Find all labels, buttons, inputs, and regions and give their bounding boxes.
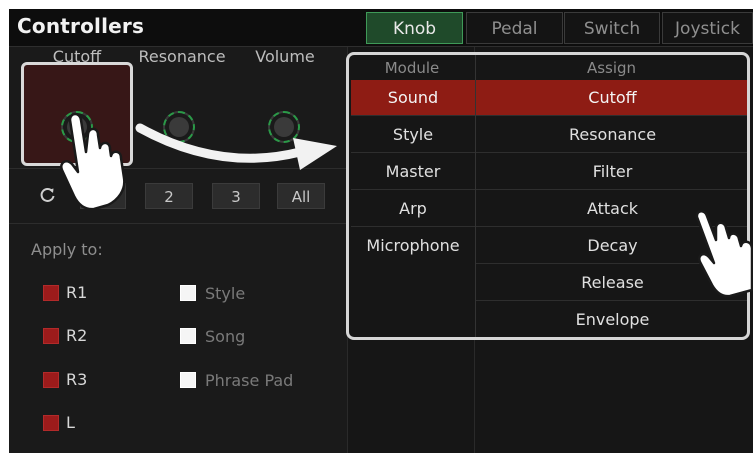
hand-pointer-icon [60, 112, 126, 211]
arrow-icon [135, 123, 337, 170]
annotation-overlay [60, 112, 753, 298]
hand-pointer-icon [695, 210, 753, 298]
